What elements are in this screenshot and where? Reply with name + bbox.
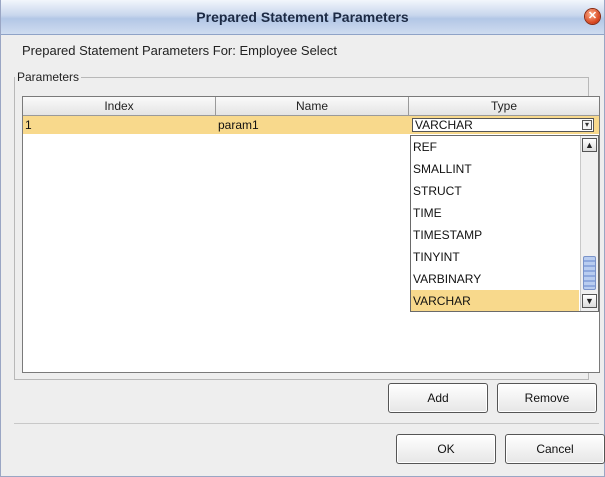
dialog-window: Prepared Statement Parameters ✕ Prepared… bbox=[0, 0, 605, 477]
row-name-cell[interactable]: param1 bbox=[216, 116, 409, 134]
table-row[interactable]: 1 param1 VARCHAR ▾ bbox=[23, 116, 599, 134]
column-header-type[interactable]: Type bbox=[409, 97, 599, 115]
row-index-cell[interactable]: 1 bbox=[23, 116, 216, 134]
dropdown-option[interactable]: TIMESTAMP bbox=[411, 224, 579, 246]
dropdown-option[interactable]: TIME bbox=[411, 202, 579, 224]
table-header: Index Name Type bbox=[23, 97, 599, 116]
dropdown-option[interactable]: SMALLINT bbox=[411, 158, 579, 180]
close-icon[interactable]: ✕ bbox=[585, 9, 600, 24]
dropdown-option[interactable]: STRUCT bbox=[411, 180, 579, 202]
dropdown-option-selected[interactable]: VARCHAR bbox=[411, 290, 579, 311]
ok-button[interactable]: OK bbox=[396, 434, 496, 464]
remove-button[interactable]: Remove bbox=[497, 383, 597, 413]
dropdown-option[interactable]: VARBINARY bbox=[411, 268, 579, 290]
chevron-down-icon[interactable]: ▾ bbox=[582, 120, 592, 130]
type-dropdown-list[interactable]: REF SMALLINT STRUCT TIME TIMESTAMP TINYI… bbox=[410, 135, 599, 312]
type-combobox[interactable]: VARCHAR ▾ bbox=[412, 118, 594, 132]
cancel-button[interactable]: Cancel bbox=[505, 434, 605, 464]
dropdown-scrollbar[interactable]: ▲ ▼ bbox=[580, 136, 598, 311]
arrow-down-icon[interactable]: ▼ bbox=[582, 294, 597, 308]
column-header-name[interactable]: Name bbox=[216, 97, 409, 115]
statement-subtitle: Prepared Statement Parameters For: Emplo… bbox=[22, 43, 338, 58]
title-bar[interactable]: Prepared Statement Parameters ✕ bbox=[1, 0, 604, 35]
parameters-legend: Parameters bbox=[17, 70, 80, 84]
dropdown-option[interactable]: TINYINT bbox=[411, 246, 579, 268]
divider bbox=[14, 423, 599, 424]
type-combobox-value: VARCHAR bbox=[415, 118, 473, 132]
arrow-up-icon[interactable]: ▲ bbox=[582, 138, 597, 152]
scrollbar-thumb[interactable] bbox=[583, 256, 596, 290]
add-button[interactable]: Add bbox=[388, 383, 488, 413]
dialog-title: Prepared Statement Parameters bbox=[196, 9, 409, 25]
column-header-index[interactable]: Index bbox=[23, 97, 216, 115]
dropdown-option[interactable]: REF bbox=[411, 136, 579, 158]
